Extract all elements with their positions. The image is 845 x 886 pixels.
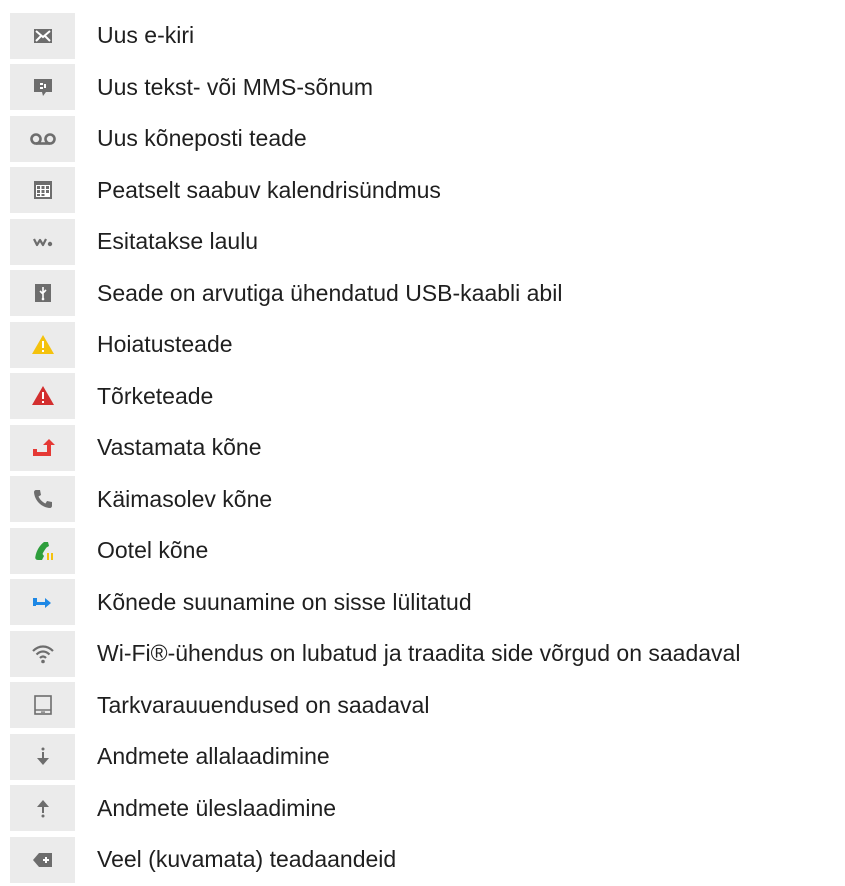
more-notifications-icon <box>10 836 75 883</box>
list-item: Uus tekst- või MMS-sõnum <box>10 62 840 114</box>
item-label: Ootel kõne <box>97 537 209 564</box>
notification-icon-list: Uus e-kiri Uus tekst- või MMS-sõnum Uus … <box>10 10 840 886</box>
walkman-icon <box>10 218 75 265</box>
text-message-icon <box>10 64 75 111</box>
calendar-icon <box>10 167 75 214</box>
item-label: Seade on arvutiga ühendatud USB-kaabli a… <box>97 279 563 306</box>
list-item: Tõrketeade <box>10 371 840 423</box>
upload-icon <box>10 785 75 832</box>
list-item: Uus e-kiri <box>10 10 840 62</box>
list-item: Vastamata kõne <box>10 422 840 474</box>
error-icon <box>10 373 75 420</box>
item-label: Uus e-kiri <box>97 22 195 49</box>
list-item: Wi-Fi®-ühendus on lubatud ja traadita si… <box>10 628 840 680</box>
item-label: Uus tekst- või MMS-sõnum <box>97 73 374 100</box>
list-item: Andmete üleslaadimine <box>10 783 840 835</box>
wifi-icon <box>10 630 75 677</box>
missed-call-icon <box>10 424 75 471</box>
list-item: Uus kõneposti teade <box>10 113 840 165</box>
call-icon <box>10 476 75 523</box>
item-label: Tõrketeade <box>97 382 214 409</box>
list-item: Käimasolev kõne <box>10 474 840 526</box>
item-label: Andmete allalaadimine <box>97 743 330 770</box>
item-label: Veel (kuvamata) teadaandeid <box>97 846 397 873</box>
email-icon <box>10 12 75 59</box>
list-item: Kõnede suunamine on sisse lülitatud <box>10 577 840 629</box>
item-label: Uus kõneposti teade <box>97 125 307 152</box>
list-item: Seade on arvutiga ühendatud USB-kaabli a… <box>10 268 840 320</box>
item-label: Kõnede suunamine on sisse lülitatud <box>97 588 472 615</box>
list-item: Esitatakse laulu <box>10 216 840 268</box>
call-forward-icon <box>10 579 75 626</box>
list-item: Tarkvarauuendused on saadaval <box>10 680 840 732</box>
item-label: Andmete üleslaadimine <box>97 794 337 821</box>
list-item: Hoiatusteade <box>10 319 840 371</box>
download-icon <box>10 733 75 780</box>
usb-icon <box>10 270 75 317</box>
item-label: Hoiatusteade <box>97 331 233 358</box>
item-label: Vastamata kõne <box>97 434 262 461</box>
item-label: Tarkvarauuendused on saadaval <box>97 691 430 718</box>
item-label: Peatselt saabuv kalendrisündmus <box>97 176 441 203</box>
list-item: Peatselt saabuv kalendrisündmus <box>10 165 840 217</box>
list-item: Veel (kuvamata) teadaandeid <box>10 834 840 886</box>
item-label: Esitatakse laulu <box>97 228 259 255</box>
voicemail-icon <box>10 115 75 162</box>
software-update-icon <box>10 682 75 729</box>
item-label: Käimasolev kõne <box>97 485 273 512</box>
list-item: Andmete allalaadimine <box>10 731 840 783</box>
warning-icon <box>10 321 75 368</box>
call-on-hold-icon <box>10 527 75 574</box>
list-item: Ootel kõne <box>10 525 840 577</box>
item-label: Wi-Fi®-ühendus on lubatud ja traadita si… <box>97 640 741 667</box>
